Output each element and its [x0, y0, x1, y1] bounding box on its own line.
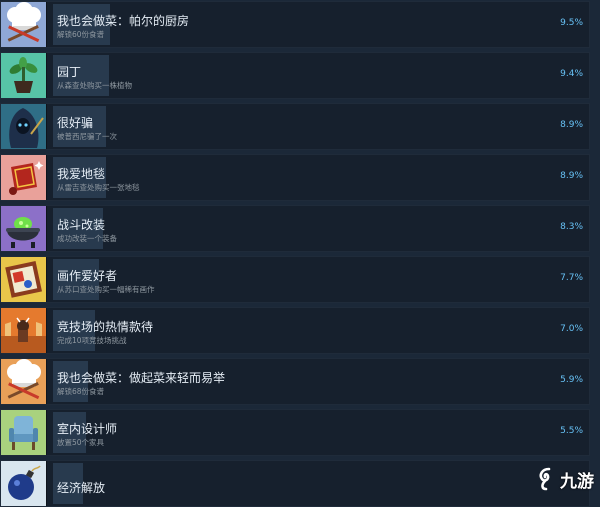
achievement-row[interactable]: 很好骗被普西尼骗了一次 8.9% — [0, 103, 590, 150]
achievement-title: 我也会做菜：帕尔的厨房 — [57, 14, 190, 28]
watermark-text: 九游 — [560, 471, 594, 492]
achievement-row[interactable]: 画作爱好者从苏口查处购买一幅稀有画作 7.7% — [0, 256, 590, 303]
achievement-row[interactable]: 竞技场的热情款待完成10项竞技场挑战 7.0% — [0, 307, 590, 354]
watermark-logo-icon — [539, 467, 551, 491]
achievement-title: 竞技场的热情款待 — [57, 320, 154, 334]
bomb-icon — [1, 461, 47, 506]
unlock-percentage: 8.3% — [560, 222, 583, 232]
achievement-title: 园丁 — [57, 65, 82, 79]
painting-icon — [1, 257, 47, 302]
achievement-description: 被普西尼骗了一次 — [57, 132, 117, 141]
unlock-percentage: 5.5% — [560, 426, 583, 436]
achievement-title: 我爱地毯 — [57, 167, 106, 181]
unlock-percentage: 7.7% — [560, 273, 583, 283]
achievement-row[interactable]: 战斗改装成功改装一个装备 8.3% — [0, 205, 590, 252]
achievement-row[interactable]: 园丁从森查处购买一株植物 9.4% — [0, 52, 590, 99]
achievement-row[interactable]: 我爱地毯从雷吉查处购买一张地毯 8.9% — [0, 154, 590, 201]
unlock-percentage: 5.9% — [560, 375, 583, 385]
achievement-title: 战斗改装 — [57, 218, 106, 232]
achievement-title: 室内设计师 — [57, 422, 118, 436]
achievement-title: 画作爱好者 — [57, 269, 118, 283]
achievement-description: 解锁68份食谱 — [57, 387, 105, 396]
achievement-description: 从雷吉查处购买一张地毯 — [57, 183, 140, 192]
achievement-row[interactable]: 我也会做菜：帕尔的厨房解锁60份食谱 9.5% — [0, 1, 590, 48]
achievement-row[interactable]: 经济解放 — [0, 460, 590, 507]
achievement-description: 成功改装一个装备 — [57, 234, 117, 243]
achievement-title: 很好骗 — [57, 116, 94, 130]
achievement-title: 经济解放 — [57, 481, 106, 495]
achievement-row[interactable]: 我也会做菜：做起菜来轻而易举解锁68份食谱 5.9% — [0, 358, 590, 405]
unlock-percentage: 9.4% — [560, 69, 583, 79]
achievement-description: 放置50个家具 — [57, 438, 105, 447]
achievement-description: 完成10项竞技场挑战 — [57, 336, 127, 345]
hooded-figure-icon — [1, 104, 47, 149]
unlock-percentage: 7.0% — [560, 324, 583, 334]
achievement-row[interactable]: 室内设计师放置50个家具 5.5% — [0, 409, 590, 456]
chef-hat-icon — [1, 2, 47, 47]
armchair-icon — [1, 410, 47, 455]
achievement-description: 解锁60份食谱 — [57, 30, 105, 39]
unlock-percentage: 8.9% — [560, 171, 583, 181]
potted-plant-icon — [1, 53, 47, 98]
carpet-icon — [1, 155, 47, 200]
chef-hat-icon — [1, 359, 47, 404]
cauldron-icon — [1, 206, 47, 251]
unlock-percentage: 9.5% — [560, 18, 583, 28]
achievement-description: 从森查处购买一株植物 — [57, 81, 132, 90]
achievement-title: 我也会做菜：做起菜来轻而易举 — [57, 371, 226, 385]
achievement-description: 从苏口查处购买一幅稀有画作 — [57, 285, 155, 294]
unlock-percentage: 8.9% — [560, 120, 583, 130]
arena-icon — [1, 308, 47, 353]
watermark: 九游 — [536, 465, 594, 493]
